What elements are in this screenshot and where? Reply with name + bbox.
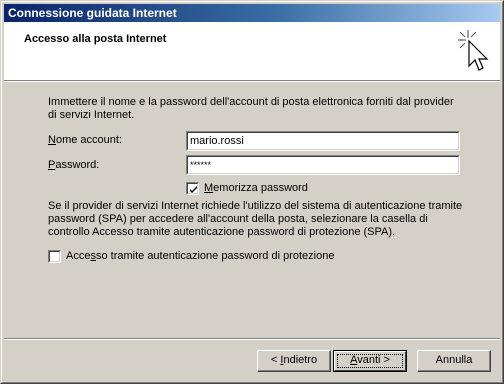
spa-checkbox-label[interactable]: Accesso tramite autenticazione password … — [66, 250, 334, 262]
spa-label-pre: Acce — [66, 250, 91, 262]
remember-label-text: emorizza password — [213, 182, 308, 194]
wizard-content: Immettere il nome e la password dell'acc… — [2, 82, 502, 382]
account-label-accesskey: N — [48, 134, 56, 146]
password-label-text: assword: — [55, 159, 100, 171]
title-bar[interactable]: Connessione guidata Internet — [4, 4, 500, 22]
wizard-sparkle-cursor-icon — [458, 30, 489, 71]
password-label: Password: — [48, 159, 99, 171]
intro-text: Immettere il nome e la password dell'acc… — [48, 96, 454, 121]
spa-label-post: so tramite autenticazione password di pr… — [95, 250, 335, 262]
account-label-text: ome account: — [55, 134, 122, 146]
spa-description: Se il provider di servizi Internet richi… — [48, 200, 463, 238]
window-frame: Connessione guidata Internet Accesso all… — [1, 1, 503, 383]
cancel-label: Annulla — [435, 354, 473, 366]
account-name-input[interactable]: mario.rossi — [186, 131, 460, 151]
wizard-header: Accesso alla posta Internet — [4, 22, 500, 80]
back-button[interactable]: < Indietro — [257, 350, 331, 372]
check-mark-icon — [190, 186, 197, 193]
account-name-label: Nome account: — [48, 134, 122, 146]
account-name-value: mario.rossi — [187, 132, 459, 150]
remember-label-accesskey: M — [204, 182, 214, 194]
spa-checkbox[interactable] — [48, 250, 61, 263]
window-title: Connessione guidata Internet — [8, 6, 177, 20]
password-input[interactable]: ****** — [186, 155, 460, 175]
next-label-post: vanti > — [357, 354, 390, 366]
cancel-button[interactable]: Annulla — [417, 350, 491, 372]
wizard-window: Connessione guidata Internet Accesso all… — [0, 0, 504, 384]
remember-password-checkbox[interactable] — [186, 182, 199, 195]
back-label-pre: < — [270, 354, 281, 366]
back-label-post: ndietro — [283, 354, 318, 366]
footer-separator — [4, 338, 500, 340]
remember-password-label[interactable]: Memorizza password — [204, 182, 308, 194]
page-title: Accesso alla posta Internet — [24, 33, 167, 45]
password-value: ****** — [187, 156, 459, 174]
next-button[interactable]: Avanti > — [333, 350, 407, 372]
